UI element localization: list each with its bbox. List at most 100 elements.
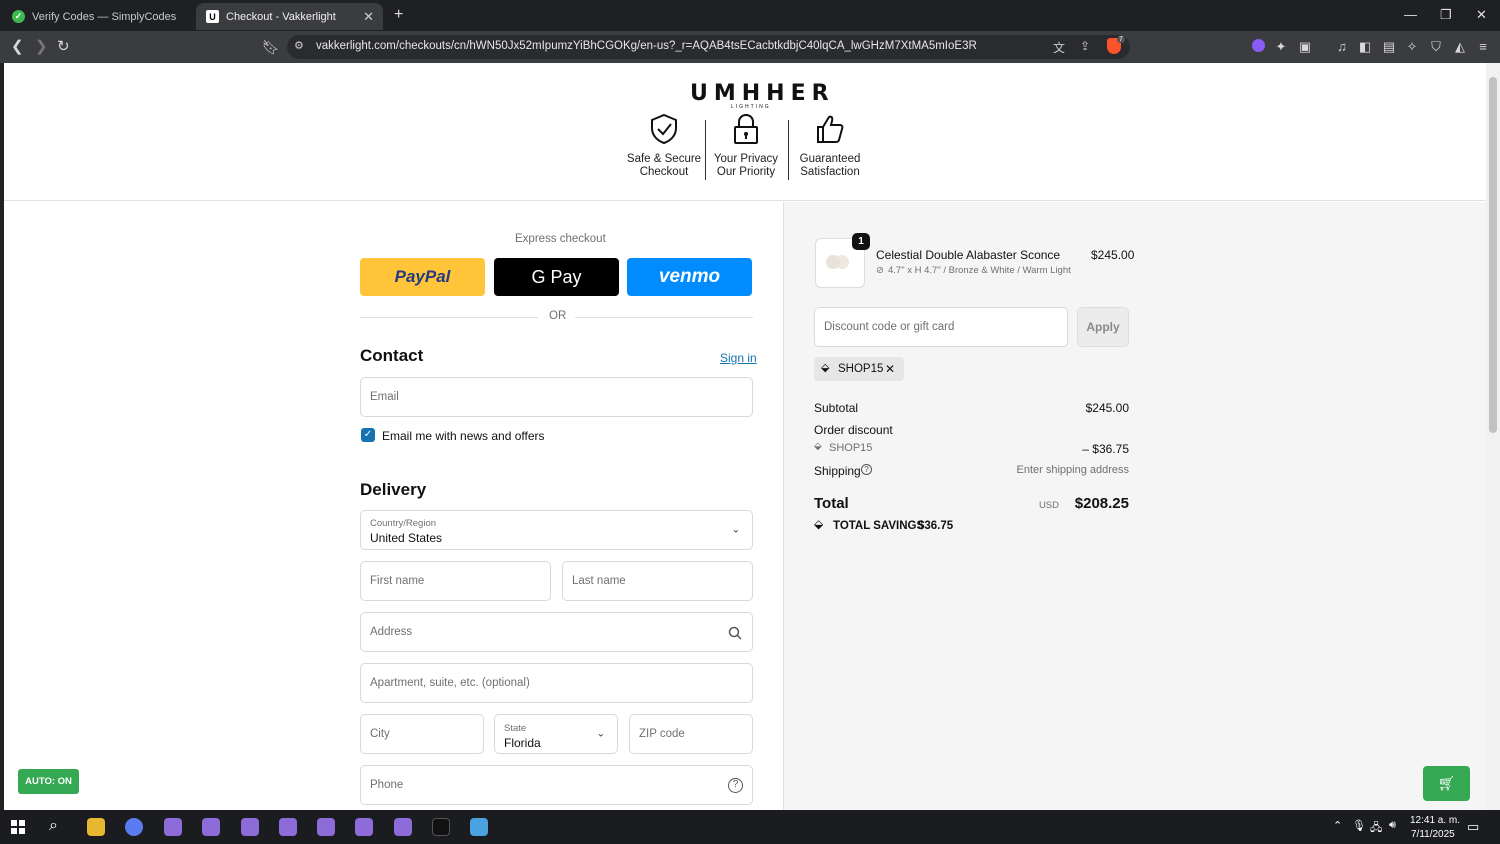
- network-icon[interactable]: 🖧: [1370, 819, 1382, 838]
- brave-icon[interactable]: [279, 818, 297, 836]
- app-icon[interactable]: [470, 818, 488, 836]
- forward-icon[interactable]: ❯: [35, 38, 48, 56]
- ai-extension-icon[interactable]: [1250, 39, 1266, 55]
- state-select[interactable]: State Florida ⌄: [494, 714, 618, 754]
- translate-icon[interactable]: 文: [1053, 39, 1065, 56]
- country-select[interactable]: Country/Region United States ⌄: [360, 510, 753, 550]
- or-divider-right: [575, 317, 753, 318]
- badge-line: Satisfaction: [800, 166, 860, 178]
- newsletter-checkbox[interactable]: ✓: [361, 428, 375, 442]
- savings-value: $36.75: [918, 520, 954, 532]
- close-window-icon[interactable]: ✕: [1476, 7, 1487, 23]
- discount-value: – $36.75: [1082, 442, 1129, 456]
- brave-icon[interactable]: [355, 818, 373, 836]
- site-settings-icon[interactable]: ⚙: [294, 39, 304, 52]
- auto-on-badge[interactable]: AUTO: ON: [18, 769, 79, 794]
- sidebar-icon[interactable]: ◧: [1357, 39, 1373, 55]
- address-field[interactable]: Address: [360, 612, 753, 652]
- auto-on-label: AUTO: ON: [25, 776, 72, 787]
- notifications-icon[interactable]: ▭: [1467, 819, 1479, 835]
- terminal-icon[interactable]: [432, 818, 450, 836]
- new-tab-icon[interactable]: +: [394, 6, 403, 24]
- volume-icon[interactable]: 🔊︎: [1389, 819, 1396, 832]
- tray-chevron-icon[interactable]: ⌃: [1333, 819, 1342, 832]
- state-label: State: [504, 723, 527, 734]
- email-field[interactable]: Email: [360, 377, 753, 417]
- brave-icon[interactable]: [202, 818, 220, 836]
- vpn-icon[interactable]: ⛉: [1428, 39, 1444, 55]
- reload-icon[interactable]: ↻: [57, 38, 70, 56]
- first-name-field[interactable]: First name: [360, 561, 551, 601]
- shipping-info-icon[interactable]: ?: [861, 464, 872, 475]
- rewards-icon[interactable]: ◭: [1452, 39, 1468, 55]
- privacy-badge: Your Privacy Our Priority: [701, 113, 791, 179]
- tab-close-icon[interactable]: ✕: [363, 9, 374, 25]
- savings-tag-icon: ⬙: [814, 517, 824, 531]
- gpay-button[interactable]: G Pay: [494, 258, 619, 296]
- store-logo[interactable]: UMHHER: [690, 81, 835, 106]
- remove-code-icon[interactable]: ✕: [885, 362, 895, 376]
- tab-bar: ✓ Verify Codes — SimplyCodes U Checkout …: [0, 0, 1500, 31]
- screenshot-icon[interactable]: ▣: [1297, 39, 1313, 55]
- clock-date[interactable]: 7/11/2025: [1411, 829, 1455, 840]
- page-scrollbar[interactable]: [1486, 63, 1500, 810]
- minimize-icon[interactable]: —: [1404, 7, 1417, 22]
- product-name: Celestial Double Alabaster Sconce: [876, 248, 1061, 262]
- badge-line: Our Priority: [716, 166, 776, 178]
- state-value: Florida: [504, 736, 541, 750]
- product-variant: 4.7" x H 4.7" / Bronze & White / Warm Li…: [888, 265, 1071, 276]
- badge-line: Guaranteed: [799, 153, 861, 165]
- scroll-thumb[interactable]: [1489, 77, 1497, 433]
- share-icon[interactable]: ⇪: [1080, 39, 1090, 53]
- sconce-image: [826, 255, 840, 269]
- apply-button[interactable]: Apply: [1077, 307, 1129, 347]
- file-explorer-icon[interactable]: [87, 818, 105, 836]
- phone-field[interactable]: Phone ?: [360, 765, 753, 805]
- windows-start-icon[interactable]: [11, 820, 25, 834]
- product-price: $245.00: [1091, 248, 1135, 262]
- first-name-placeholder: First name: [370, 575, 425, 587]
- brave-icon[interactable]: [164, 818, 182, 836]
- tag-icon: ⬙: [821, 362, 830, 374]
- menu-icon[interactable]: ≡: [1475, 39, 1491, 55]
- bookmark-icon[interactable]: 🔖︎: [262, 38, 280, 56]
- address-bar[interactable]: ⚙ vakkerlight.com/checkouts/cn/hWN50Jx52…: [287, 35, 1130, 59]
- order-discount-label: Order discount: [814, 423, 893, 437]
- quantity-badge: 1: [852, 233, 870, 250]
- cart-extension-button[interactable]: 🛒︎: [1423, 766, 1470, 801]
- delivery-heading: Delivery: [360, 480, 427, 499]
- restore-icon[interactable]: ❐: [1440, 7, 1452, 23]
- variant-icon: ⊘: [876, 265, 884, 276]
- back-icon[interactable]: ❮: [11, 38, 24, 56]
- brave-icon[interactable]: [241, 818, 259, 836]
- shield-check-icon: [651, 113, 677, 145]
- search-icon[interactable]: ⌕: [49, 817, 58, 835]
- apartment-placeholder: Apartment, suite, etc. (optional): [370, 677, 530, 689]
- wallet-icon[interactable]: ▤: [1381, 39, 1397, 55]
- sign-in-link[interactable]: Sign in: [720, 351, 757, 365]
- zip-field[interactable]: ZIP code: [629, 714, 753, 754]
- media-icon[interactable]: ♫: [1334, 39, 1350, 55]
- apartment-field[interactable]: Apartment, suite, etc. (optional): [360, 663, 753, 703]
- mic-icon[interactable]: 🎙︎: [1352, 819, 1366, 832]
- paypal-button[interactable]: PayPal: [360, 258, 485, 296]
- brave-icon-active[interactable]: [317, 818, 335, 836]
- gpay-label: G Pay: [531, 266, 582, 287]
- chat-app-icon[interactable]: [125, 818, 143, 836]
- tag-icon: ⬙: [814, 441, 822, 452]
- discount-input[interactable]: Discount code or gift card: [814, 307, 1068, 347]
- tab-vakkerlight[interactable]: U Checkout - Vakkerlight ✕: [196, 3, 383, 30]
- leo-icon[interactable]: ✧: [1404, 39, 1420, 55]
- brave-icon[interactable]: [394, 818, 412, 836]
- tab-simplycodes[interactable]: ✓ Verify Codes — SimplyCodes: [2, 3, 190, 30]
- venmo-button[interactable]: venmo: [627, 258, 752, 296]
- last-name-field[interactable]: Last name: [562, 561, 753, 601]
- extensions-icon[interactable]: ✦: [1273, 39, 1289, 55]
- clock-time[interactable]: 12:41 a. m.: [1410, 815, 1460, 826]
- city-placeholder: City: [370, 728, 390, 740]
- help-icon[interactable]: ?: [728, 778, 743, 793]
- city-field[interactable]: City: [360, 714, 484, 754]
- shipping-value: Enter shipping address: [1016, 464, 1129, 476]
- vakkerlight-favicon-icon: U: [206, 10, 219, 23]
- secure-checkout-badge: Safe & Secure Checkout: [619, 113, 709, 179]
